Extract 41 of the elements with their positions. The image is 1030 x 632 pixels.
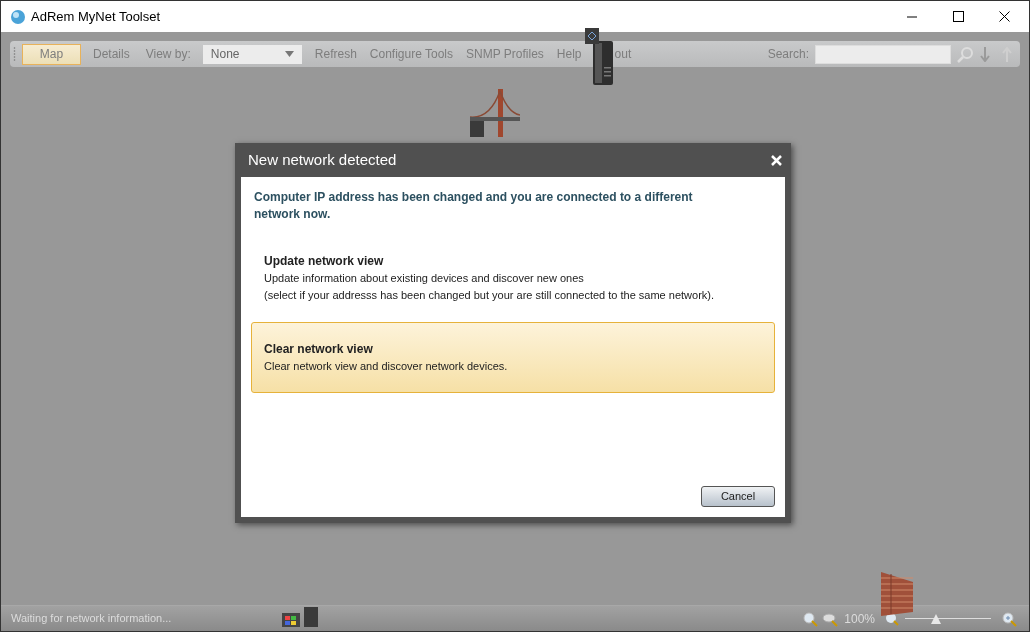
firewall-icon <box>881 572 913 616</box>
option-card[interactable]: Clear network view Clear network view and discover network devices. <box>251 322 775 393</box>
zoom-actual-icon[interactable] <box>822 610 839 627</box>
option-card[interactable]: Update network view Update information about existing devices and discover new ones (select if your addresss has been changed but your are still connected to the same network). <box>251 247 775 318</box>
search-field[interactable] <box>815 44 951 64</box>
menu-item[interactable]: out <box>614 45 632 63</box>
grip-icon <box>13 47 16 61</box>
option-title: Clear network view <box>264 341 374 358</box>
search-icon[interactable] <box>957 45 974 63</box>
view-tab[interactable]: Map <box>22 43 81 65</box>
option-description: Update information about existing devices and discover new ones <box>264 271 585 286</box>
zoom-out-icon[interactable] <box>885 611 899 626</box>
server-rack-icon <box>585 28 599 44</box>
cancel-button[interactable]: Cancel <box>701 486 775 507</box>
view-by-label: View by: <box>145 46 191 63</box>
close-icon[interactable] <box>771 154 782 166</box>
search-label: Search: <box>767 46 809 63</box>
view-tab[interactable]: Details <box>85 43 138 65</box>
server-icon <box>591 41 614 85</box>
option-title: Update network view <box>264 253 385 270</box>
globe-icon <box>11 9 25 24</box>
maximize-icon <box>952 11 964 22</box>
caret-icon <box>284 51 294 57</box>
slider-thumb[interactable] <box>930 613 941 624</box>
bridge-icon <box>470 89 520 137</box>
window-title: AdRem MyNet Toolset <box>31 7 161 26</box>
dialog-message: Computer IP address has been changed and you are connected to a different network now. <box>254 189 694 223</box>
close-icon <box>998 11 1010 22</box>
menu-item[interactable]: Help <box>556 45 582 63</box>
zoom-in-icon[interactable] <box>1001 610 1017 627</box>
option-description: (select if your addresss has been changed but your are still connected to the same network). <box>264 288 716 303</box>
arrow-down-icon[interactable] <box>980 46 990 62</box>
menu-item[interactable]: Configure Tools <box>369 45 454 63</box>
view-by-dropdown[interactable]: None <box>202 44 302 64</box>
zoom-level: 100% <box>844 610 875 628</box>
menu-item[interactable]: SNMP Profiles <box>466 45 544 63</box>
option-description: Clear network view and discover network devices. <box>264 359 509 374</box>
status-text: Waiting for network information... <box>11 611 172 627</box>
dialog-title: New network detected <box>248 149 397 170</box>
zoom-fit-icon[interactable] <box>802 610 819 627</box>
menu-item[interactable]: Refresh <box>314 45 357 63</box>
